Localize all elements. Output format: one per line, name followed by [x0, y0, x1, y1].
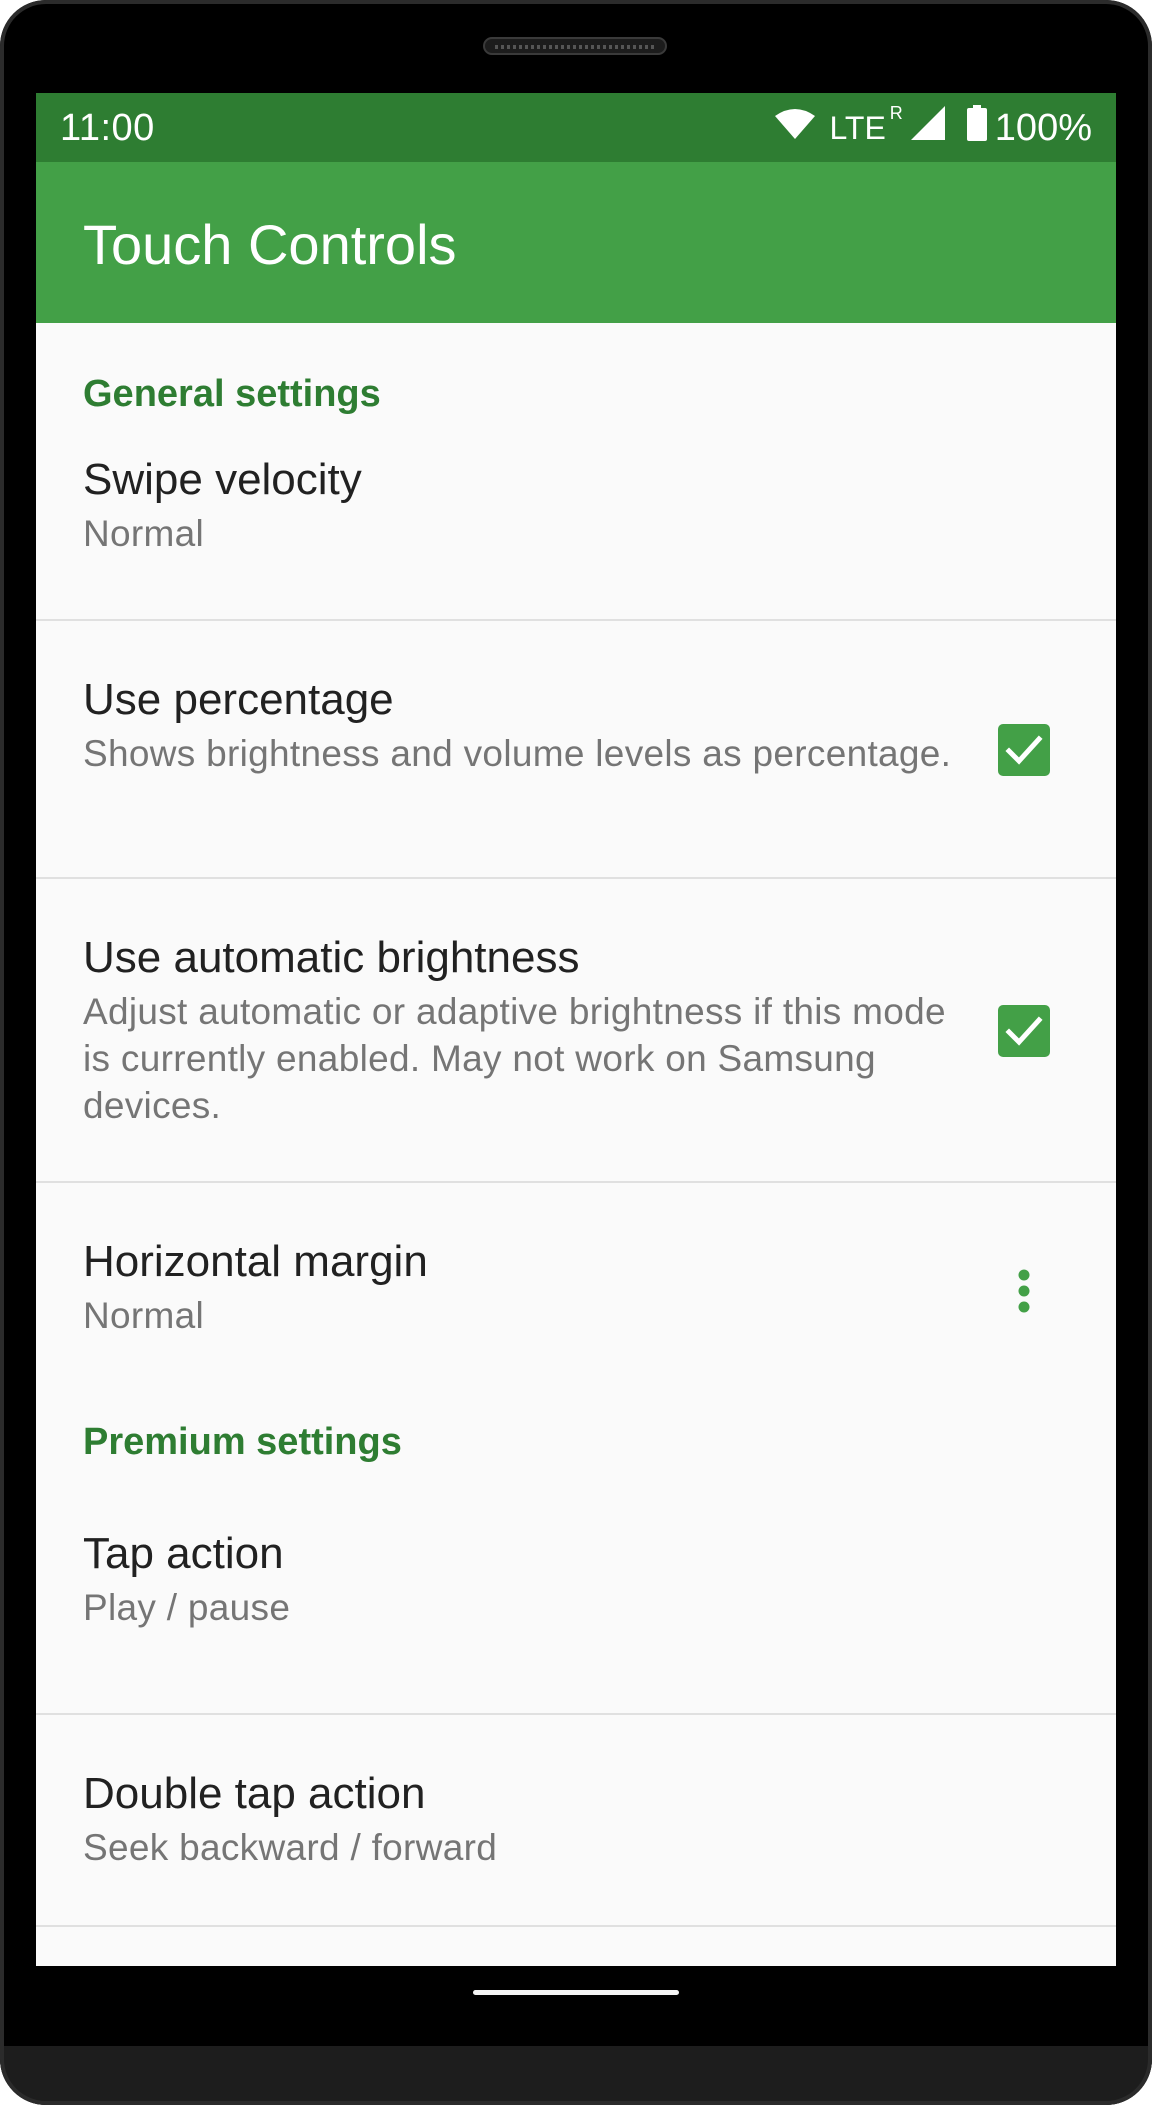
- pref-summary: Seek backward / forward: [83, 1827, 498, 1868]
- pref-summary: Normal: [83, 513, 205, 554]
- signal-icon: [910, 106, 945, 150]
- preference-list: General settings Swipe velocity Normal U…: [36, 323, 1116, 1927]
- pref-title: Swipe velocity: [83, 455, 362, 504]
- pref-use-percentage[interactable]: Use percentage Shows brightness and volu…: [36, 621, 1116, 879]
- app-bar: Touch Controls: [36, 162, 1116, 323]
- pref-title: Tap action: [83, 1529, 284, 1578]
- category-premium-settings: Premium settings: [36, 1403, 1116, 1505]
- earpiece-speaker: [483, 37, 667, 55]
- device-chin: [0, 2046, 1152, 2105]
- pref-summary: Adjust automatic or adaptive brightness …: [83, 991, 946, 1126]
- pref-use-automatic-brightness[interactable]: Use automatic brightness Adjust automati…: [36, 879, 1116, 1183]
- pref-double-tap-action[interactable]: Double tap action Seek backward / forwar…: [36, 1715, 1116, 1927]
- more-vert-icon[interactable]: [1010, 1263, 1038, 1323]
- battery-icon: [966, 105, 987, 151]
- pref-title: Double tap action: [83, 1769, 426, 1818]
- navigation-bar: [0, 1966, 1152, 2046]
- battery-percent: 100%: [994, 106, 1092, 149]
- roaming-indicator: R: [889, 103, 903, 123]
- status-icons: LTE R 100%: [775, 103, 1092, 151]
- pref-summary: Play / pause: [83, 1587, 291, 1628]
- pref-summary: Shows brightness and volume levels as pe…: [83, 733, 952, 774]
- pref-title: Horizontal margin: [83, 1237, 428, 1286]
- category-label: General settings: [83, 373, 381, 415]
- pref-title: Use automatic brightness: [83, 933, 580, 982]
- checkbox-checked-icon[interactable]: [998, 1005, 1050, 1057]
- status-time: 11:00: [60, 107, 155, 149]
- pref-title: Use percentage: [83, 675, 394, 724]
- wifi-icon: [775, 107, 816, 150]
- pref-swipe-velocity[interactable]: Swipe velocity Normal: [36, 431, 1116, 621]
- status-bar: 11:00 LTE R 100%: [36, 93, 1116, 162]
- device-frame: 11:00 LTE R 100% Touch Controls General …: [0, 0, 1152, 2105]
- pref-tap-action[interactable]: Tap action Play / pause: [36, 1505, 1116, 1715]
- network-type: LTE: [829, 109, 886, 146]
- checkbox-checked-icon[interactable]: [998, 724, 1050, 776]
- pref-horizontal-margin[interactable]: Horizontal margin Normal: [36, 1183, 1116, 1403]
- screen: 11:00 LTE R 100% Touch Controls General …: [36, 93, 1116, 1966]
- category-general-settings: General settings: [36, 323, 1116, 431]
- page-title: Touch Controls: [83, 213, 457, 276]
- category-label: Premium settings: [83, 1421, 402, 1463]
- pref-summary: Normal: [83, 1295, 205, 1336]
- home-gesture-handle[interactable]: [473, 1990, 679, 1995]
